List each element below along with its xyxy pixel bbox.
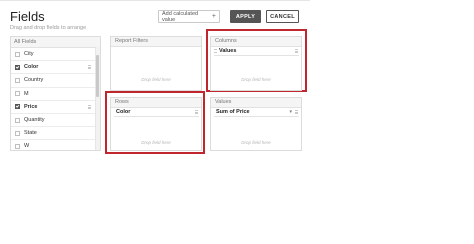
field-label: City	[24, 51, 34, 58]
field-label: M	[24, 90, 29, 97]
field-checkbox[interactable]	[15, 104, 20, 110]
field-checkbox[interactable]	[15, 143, 20, 149]
columns-drop-hint: Drop field here	[241, 77, 271, 82]
values-zone[interactable]: Values Sum of Price ▾ Drop field here	[210, 97, 302, 151]
report-filters-zone[interactable]: Report Filters Drop field here	[110, 36, 202, 91]
values-chip-sum-of-price[interactable]: Sum of Price ▾	[214, 108, 299, 117]
page-subtitle: Drag and drop fields to arrange	[10, 25, 87, 31]
field-label: W	[24, 143, 30, 150]
values-chip-label: Sum of Price	[216, 109, 250, 115]
all-fields-header: All Fields	[11, 37, 100, 48]
field-row[interactable]: Color	[11, 61, 100, 75]
field-label: Color	[24, 64, 39, 71]
rows-chip-label: Color	[116, 109, 131, 115]
report-filters-drop-hint: Drop field here	[141, 77, 171, 82]
columns-zone[interactable]: Columns Values Drop field here	[210, 36, 302, 91]
field-checkbox[interactable]	[15, 64, 20, 70]
apply-button[interactable]: APPLY	[230, 10, 261, 23]
fields-scroll-thumb[interactable]	[96, 55, 99, 97]
all-fields-panel: All Fields City Color Country M Price Quantit…	[10, 36, 101, 151]
drag-handle-icon[interactable]	[88, 65, 91, 70]
report-filters-header: Report Filters	[111, 37, 201, 47]
columns-chip-label: Values	[219, 48, 237, 54]
field-row[interactable]: City	[11, 48, 100, 62]
field-label: Quantity	[24, 117, 45, 124]
field-list: City Color Country M Price Quantity State W	[11, 48, 100, 150]
rows-zone[interactable]: Rows Color Drop field here	[110, 97, 202, 151]
columns-chip-values-grip-icon	[214, 49, 217, 53]
field-label: Price	[24, 103, 38, 110]
rows-header: Rows	[111, 98, 201, 108]
add-calculated-value-button[interactable]: Add calculated value +	[158, 10, 220, 23]
rows-drop-hint: Drop field here	[141, 140, 171, 145]
cancel-button[interactable]: CANCEL	[266, 10, 299, 23]
field-row[interactable]: Quantity	[11, 114, 100, 128]
field-checkbox[interactable]	[15, 117, 20, 123]
field-label: Country	[24, 77, 44, 84]
field-checkbox[interactable]	[15, 77, 20, 83]
field-checkbox[interactable]	[15, 130, 20, 136]
field-checkbox[interactable]	[15, 91, 20, 97]
header-divider	[0, 0, 310, 1]
rows-chip-color[interactable]: Color	[114, 108, 199, 117]
plus-icon: +	[211, 13, 216, 20]
drag-handle-icon[interactable]	[295, 110, 298, 114]
add-calculated-value-label: Add calculated value	[162, 10, 199, 23]
values-header: Values	[211, 98, 301, 108]
values-drop-hint: Drop field here	[241, 140, 271, 145]
field-row[interactable]: W	[11, 140, 100, 150]
chevron-down-icon[interactable]: ▾	[289, 108, 292, 117]
field-checkbox[interactable]	[15, 51, 20, 57]
field-row[interactable]: Country	[11, 74, 100, 88]
field-label: State	[24, 130, 37, 137]
field-row[interactable]: M	[11, 88, 100, 101]
field-row[interactable]: State	[11, 127, 100, 141]
page-title: Fields	[10, 9, 45, 24]
columns-chip-values[interactable]: Values	[214, 47, 299, 56]
field-row[interactable]: Price	[11, 101, 100, 114]
drag-handle-icon[interactable]	[195, 110, 198, 114]
columns-header: Columns	[211, 37, 301, 47]
drag-handle-icon[interactable]	[88, 104, 91, 109]
drag-handle-icon[interactable]	[295, 49, 298, 53]
